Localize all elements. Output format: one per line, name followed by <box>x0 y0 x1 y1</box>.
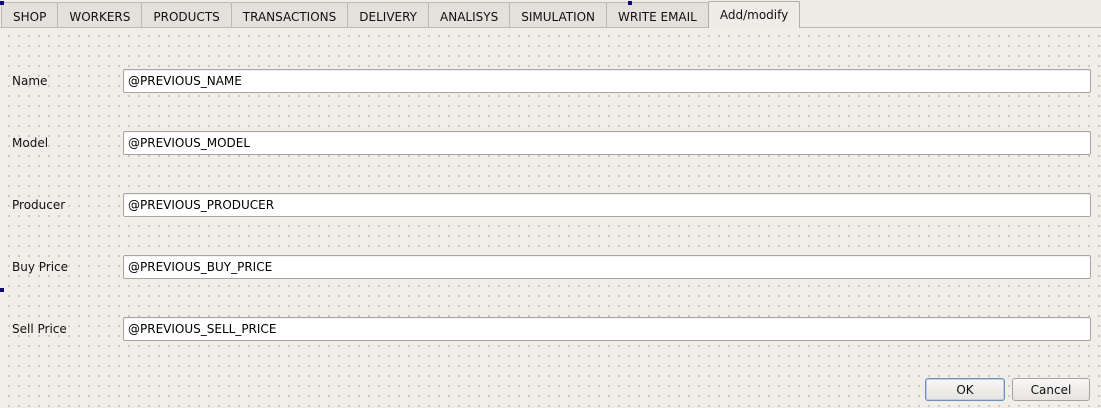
tab-analisys[interactable]: ANALISYS <box>428 2 511 30</box>
tab-shop[interactable]: SHOP <box>1 2 59 30</box>
selection-handle[interactable] <box>628 1 632 5</box>
tab-bar: SHOP WORKERS PRODUCTS TRANSACTIONS DELIV… <box>1 0 801 30</box>
buy-price-field[interactable] <box>123 255 1091 279</box>
ok-button[interactable]: OK <box>925 378 1005 401</box>
tab-write-email[interactable]: WRITE EMAIL <box>606 2 709 30</box>
tab-simulation[interactable]: SIMULATION <box>509 2 608 30</box>
tab-transactions[interactable]: TRANSACTIONS <box>230 2 349 30</box>
producer-label: Producer <box>12 198 66 212</box>
tab-workers[interactable]: WORKERS <box>57 2 143 30</box>
tab-delivery[interactable]: DELIVERY <box>347 2 430 30</box>
model-label: Model <box>12 136 49 150</box>
name-field[interactable] <box>123 69 1091 93</box>
model-field[interactable] <box>123 131 1091 155</box>
window: SHOP WORKERS PRODUCTS TRANSACTIONS DELIV… <box>0 0 1101 408</box>
tab-products[interactable]: PRODUCTS <box>141 2 232 30</box>
name-label: Name <box>12 74 48 88</box>
add-modify-pane: Name Model Producer Buy Price Sell Price <box>0 1 1101 408</box>
producer-field[interactable] <box>123 193 1091 217</box>
buy-price-label: Buy Price <box>12 260 69 274</box>
tab-add-modify[interactable]: Add/modify <box>707 1 801 28</box>
cancel-button[interactable]: Cancel <box>1012 378 1090 401</box>
sell-price-field[interactable] <box>123 317 1091 341</box>
sell-price-label: Sell Price <box>12 322 67 336</box>
selection-handle[interactable] <box>0 1 4 5</box>
selection-handle[interactable] <box>0 288 4 292</box>
